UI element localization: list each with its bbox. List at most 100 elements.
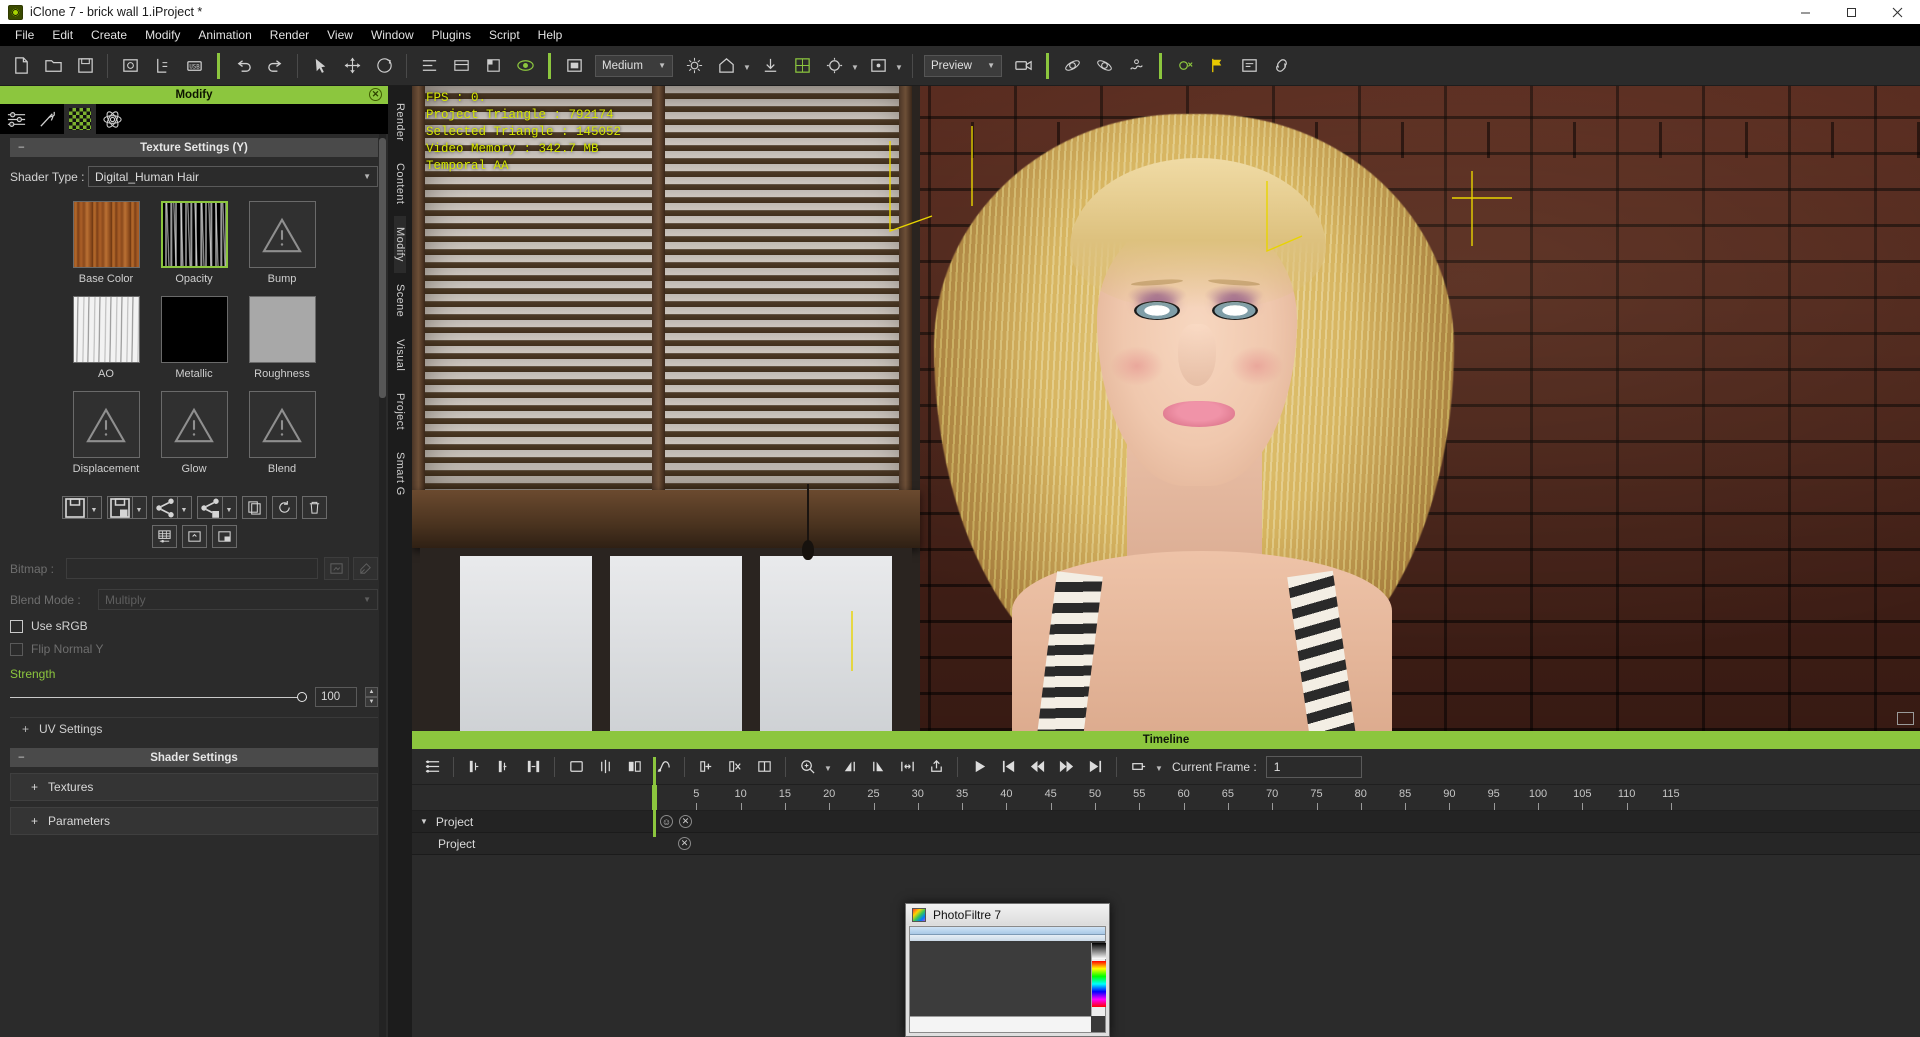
chevron-down-icon[interactable]: ▼ [822, 752, 834, 782]
3d-viewport[interactable]: FPS : 0. Project Triangle : 792174 Selec… [412, 86, 1920, 731]
vtab-scene[interactable]: Scene [394, 273, 406, 328]
step-back-icon[interactable] [1023, 753, 1051, 781]
add-clip-icon[interactable] [692, 753, 720, 781]
select-tool-icon[interactable] [305, 51, 335, 81]
floppy-icon[interactable] [61, 496, 87, 519]
motion-tab[interactable] [32, 104, 64, 134]
texture-thumbnail[interactable] [72, 391, 140, 458]
shader-settings-header[interactable]: − Shader Settings [10, 748, 378, 767]
flag-icon[interactable] [1202, 51, 1232, 81]
menu-edit[interactable]: Edit [43, 25, 82, 45]
photofiltre-canvas[interactable] [910, 943, 1091, 1016]
menu-render[interactable]: Render [261, 25, 318, 45]
layers-icon[interactable] [446, 51, 476, 81]
chevron-down-icon[interactable]: ▼ [893, 51, 905, 81]
menu-animation[interactable]: Animation [189, 25, 260, 45]
texture-slot-roughness[interactable]: Roughness [242, 296, 322, 380]
textures-toggle[interactable]: + [31, 780, 38, 794]
share-material-button[interactable]: ▼ [151, 496, 192, 519]
track-remove-icon[interactable]: ✕ [678, 837, 691, 850]
uv-settings-toggle[interactable]: + [22, 722, 29, 736]
merge-clip-icon[interactable] [620, 753, 648, 781]
texture-slot-base-color[interactable]: Base Color [66, 201, 146, 285]
move-tool-icon[interactable] [337, 51, 367, 81]
floppy-plus-icon[interactable] [106, 496, 132, 519]
physics-tab[interactable] [96, 104, 128, 134]
vtab-content[interactable]: Content [394, 152, 406, 215]
save-image-icon[interactable] [115, 51, 145, 81]
texture-slot-metallic[interactable]: Metallic [154, 296, 234, 380]
vtab-modify[interactable]: Modify [394, 215, 406, 273]
material-tab[interactable] [64, 104, 96, 134]
plugin-icon[interactable] [1170, 51, 1200, 81]
track-row-project-child[interactable]: Project ✕ [412, 833, 1920, 855]
texture-thumbnail[interactable] [160, 201, 228, 268]
texture-slot-bump[interactable]: Bump [242, 201, 322, 285]
preview-mode-combo[interactable]: Preview ▼ [924, 54, 1002, 77]
minimize-button[interactable] [1782, 0, 1828, 24]
texture-settings-toggle[interactable]: − [18, 142, 25, 154]
redo-icon[interactable] [260, 51, 290, 81]
menu-create[interactable]: Create [82, 25, 136, 45]
track-row-project[interactable]: ▼ Project ☺ ✕ [412, 811, 1920, 833]
expand-viewport-icon[interactable] [1897, 712, 1914, 725]
chevron-down-icon[interactable]: ▼ [176, 496, 192, 519]
panel-scrollbar-thumb[interactable] [379, 138, 386, 398]
scale-tool-icon[interactable] [478, 51, 508, 81]
menu-modify[interactable]: Modify [136, 25, 189, 45]
chevron-down-icon[interactable]: ▼ [221, 496, 237, 519]
share-icon[interactable] [151, 496, 177, 519]
parameters-toggle[interactable]: + [31, 814, 38, 828]
loop-icon[interactable] [1124, 753, 1152, 781]
panel-close-icon[interactable]: ✕ [369, 88, 382, 101]
menu-window[interactable]: Window [362, 25, 423, 45]
strength-stepper[interactable]: ▲ ▼ [365, 687, 378, 707]
split-clip-icon[interactable] [591, 753, 619, 781]
vtab-smartg[interactable]: Smart G [394, 441, 406, 507]
jump-start-icon[interactable] [994, 753, 1022, 781]
close-button[interactable] [1874, 0, 1920, 24]
viewport-icon[interactable] [863, 51, 893, 81]
uv-settings-section[interactable]: + UV Settings [10, 717, 378, 740]
strength-value-input[interactable]: 100 [315, 687, 357, 707]
menu-file[interactable]: File [6, 25, 43, 45]
share-plus-icon[interactable] [196, 496, 222, 519]
color-swatch[interactable] [1092, 943, 1106, 959]
texture-thumbnail[interactable] [72, 296, 140, 363]
track-enable-icon[interactable]: ☺ [660, 815, 673, 828]
viewport-dropdown[interactable]: ▼ [863, 51, 905, 81]
texture-slot-glow[interactable]: Glow [154, 391, 234, 475]
camera-icon[interactable] [1008, 51, 1038, 81]
strength-slider-knob[interactable] [297, 691, 307, 702]
chevron-down-icon[interactable]: ▼ [86, 496, 102, 519]
chevron-down-icon[interactable]: ▼ [849, 51, 861, 81]
attribute-tab[interactable] [0, 104, 32, 134]
track-remove-icon[interactable]: ✕ [679, 815, 692, 828]
spring-icon[interactable] [1121, 51, 1151, 81]
timeline-ruler[interactable]: 5 10 15 20 25 30 35 40 45 50 55 60 65 70 75 80 85 90 95 100… [412, 785, 1920, 811]
menu-view[interactable]: View [318, 25, 362, 45]
delete-material-button[interactable] [301, 496, 327, 519]
shader-type-select[interactable]: Digital_Human Hair ▼ [88, 166, 378, 187]
maximize-button[interactable] [1828, 0, 1874, 24]
shader-settings-toggle[interactable]: − [18, 752, 25, 764]
clip-range-icon[interactable] [750, 753, 778, 781]
new-project-icon[interactable] [6, 51, 36, 81]
blend-mode-select[interactable]: Multiply ▼ [98, 589, 378, 610]
zoom-timeline-icon[interactable] [793, 753, 821, 781]
use-srgb-checkbox[interactable] [10, 619, 23, 633]
texture-thumbnail[interactable] [160, 391, 228, 458]
light-icon[interactable] [679, 51, 709, 81]
copy-material-button[interactable] [241, 496, 267, 519]
bitmap-browse-button[interactable] [324, 557, 349, 580]
texture-slot-ao[interactable]: AO [66, 296, 146, 380]
texture-replace-button[interactable] [181, 525, 207, 548]
delete-clip-icon[interactable] [721, 753, 749, 781]
camera-settings-dropdown[interactable]: ▼ [819, 51, 861, 81]
texture-thumbnail[interactable] [160, 296, 228, 363]
photofiltre-scrollbar[interactable] [1091, 943, 1106, 1016]
chevron-down-icon[interactable]: ▼ [131, 496, 147, 519]
texture-split-button[interactable] [211, 525, 237, 548]
preview-eye-icon[interactable] [510, 51, 540, 81]
link-icon[interactable] [1266, 51, 1296, 81]
